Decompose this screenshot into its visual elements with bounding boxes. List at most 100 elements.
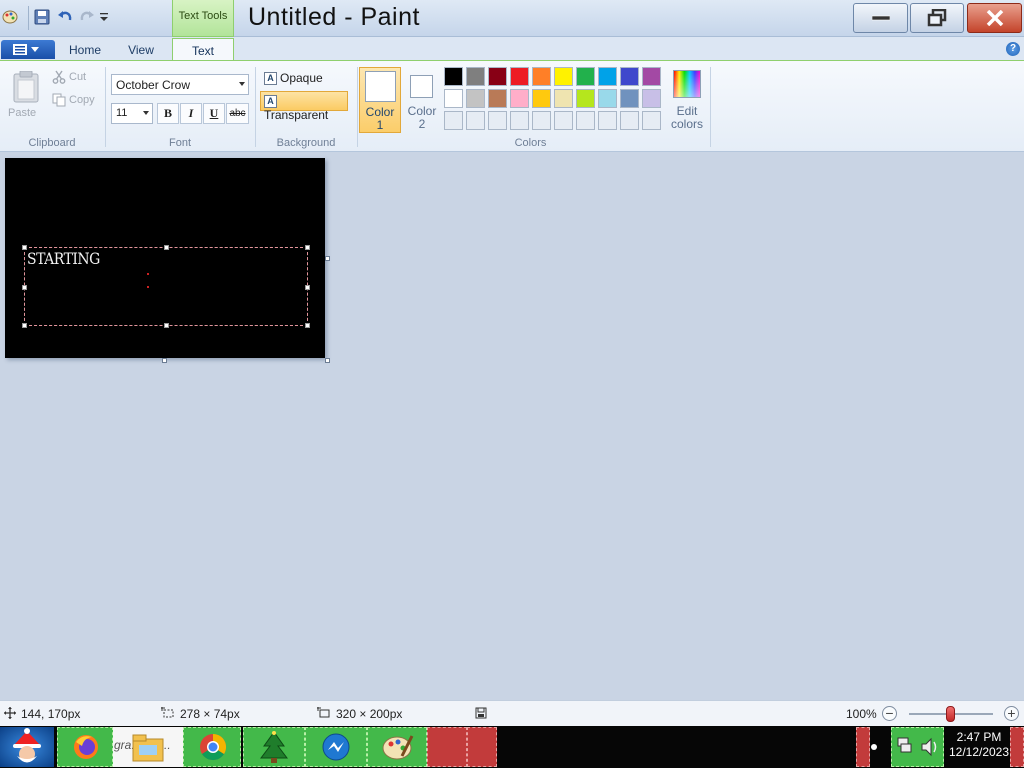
opaque-button[interactable]: A Opaque bbox=[261, 70, 326, 88]
paint-icon bbox=[382, 735, 414, 760]
palette-swatch[interactable] bbox=[554, 89, 573, 108]
text-cursor-mark bbox=[147, 273, 149, 275]
palette-swatch[interactable] bbox=[576, 67, 595, 86]
palette-swatch[interactable] bbox=[642, 89, 661, 108]
paint-app-icon[interactable] bbox=[2, 9, 18, 25]
custom-color-slot[interactable] bbox=[466, 111, 485, 130]
close-button[interactable] bbox=[967, 3, 1022, 33]
custom-color-slot[interactable] bbox=[532, 111, 551, 130]
taskbar-paint[interactable] bbox=[367, 727, 427, 767]
resize-handle-bottom-right[interactable] bbox=[305, 323, 310, 328]
resize-handle-bottom-left[interactable] bbox=[22, 323, 27, 328]
cursor-position: 144, 170px bbox=[4, 707, 80, 721]
taskbar-file-explorer[interactable]: gra... d fi... bbox=[113, 727, 183, 767]
opaque-icon: A bbox=[264, 72, 277, 86]
edit-colors-button[interactable]: Edit colors bbox=[667, 67, 707, 133]
palette-swatch[interactable] bbox=[466, 67, 485, 86]
minimize-button[interactable] bbox=[853, 3, 908, 33]
palette-swatch[interactable] bbox=[466, 89, 485, 108]
palette-swatch[interactable] bbox=[444, 67, 463, 86]
clipboard-group-label: Clipboard bbox=[28, 137, 76, 149]
cut-button[interactable]: Cut bbox=[52, 70, 86, 86]
tab-view[interactable]: View bbox=[114, 41, 168, 60]
taskbar-firefox[interactable] bbox=[57, 727, 113, 767]
color-2-button[interactable]: Color 2 bbox=[404, 67, 440, 133]
palette-swatch[interactable] bbox=[532, 67, 551, 86]
custom-color-slot[interactable] bbox=[576, 111, 595, 130]
text-input-box[interactable]: STARTING bbox=[22, 245, 310, 328]
palette-swatch[interactable] bbox=[510, 89, 529, 108]
paint-menu-button[interactable] bbox=[1, 40, 55, 59]
zoom-out-button[interactable]: − bbox=[882, 706, 897, 721]
resize-handle-top-left[interactable] bbox=[22, 245, 27, 250]
ribbon: Paste Cut Copy Clipboard October Crow 11… bbox=[0, 60, 1024, 152]
drawing-canvas[interactable]: STARTING bbox=[5, 158, 325, 358]
restore-icon bbox=[927, 9, 947, 27]
resize-handle-right[interactable] bbox=[305, 285, 310, 290]
custom-color-slot[interactable] bbox=[598, 111, 617, 130]
customize-quick-access-dropdown-icon[interactable] bbox=[98, 11, 110, 27]
strikethrough-button[interactable]: abc bbox=[226, 103, 249, 124]
restore-button[interactable] bbox=[910, 3, 964, 33]
custom-color-slot[interactable] bbox=[554, 111, 573, 130]
canvas-resize-handle-bottom[interactable] bbox=[162, 358, 167, 363]
start-button[interactable] bbox=[0, 727, 54, 767]
custom-color-slot[interactable] bbox=[642, 111, 661, 130]
copy-button[interactable]: Copy bbox=[52, 93, 95, 109]
palette-swatch[interactable] bbox=[488, 67, 507, 86]
custom-color-slot[interactable] bbox=[510, 111, 529, 130]
font-size-value: 11 bbox=[116, 107, 128, 119]
palette-swatch[interactable] bbox=[620, 67, 639, 86]
tray-system-icons[interactable] bbox=[891, 727, 944, 767]
taskbar-tree-app[interactable] bbox=[243, 727, 305, 767]
taskbar-window-2[interactable] bbox=[467, 727, 497, 767]
tray-show-hidden[interactable] bbox=[856, 727, 870, 767]
transparent-button[interactable]: ATransparent bbox=[260, 91, 348, 122]
italic-button[interactable]: I bbox=[180, 103, 202, 124]
tray-clock[interactable]: 2:47 PM 12/12/2023 bbox=[948, 730, 1010, 760]
palette-swatch[interactable] bbox=[598, 67, 617, 86]
help-icon[interactable]: ? bbox=[1006, 42, 1020, 56]
custom-color-slot[interactable] bbox=[488, 111, 507, 130]
font-group-label: Font bbox=[168, 137, 191, 149]
redo-icon[interactable] bbox=[79, 9, 95, 25]
palette-swatch[interactable] bbox=[488, 89, 507, 108]
paste-button-label[interactable]: Paste bbox=[8, 107, 36, 119]
tab-text[interactable]: Text bbox=[172, 38, 234, 61]
undo-icon[interactable] bbox=[57, 9, 73, 25]
palette-swatch[interactable] bbox=[444, 89, 463, 108]
font-size-dropdown[interactable]: 11 bbox=[111, 103, 153, 124]
palette-swatch[interactable] bbox=[598, 89, 617, 108]
canvas-workspace[interactable]: STARTING bbox=[0, 153, 1024, 700]
opaque-label: Opaque bbox=[280, 71, 323, 85]
palette-swatch[interactable] bbox=[554, 67, 573, 86]
zoom-slider-thumb[interactable] bbox=[946, 706, 955, 722]
canvas-text[interactable]: STARTING bbox=[27, 250, 100, 268]
save-icon[interactable] bbox=[34, 9, 50, 25]
canvas-resize-handle-corner[interactable] bbox=[325, 358, 330, 363]
bold-button[interactable]: B bbox=[157, 103, 179, 124]
custom-color-slot[interactable] bbox=[444, 111, 463, 130]
paste-icon[interactable] bbox=[13, 70, 39, 103]
palette-swatch[interactable] bbox=[510, 67, 529, 86]
font-family-dropdown[interactable]: October Crow bbox=[111, 74, 249, 95]
canvas-resize-handle-right[interactable] bbox=[325, 256, 330, 261]
zoom-in-button[interactable]: + bbox=[1004, 706, 1019, 721]
taskbar-window-1[interactable] bbox=[427, 727, 467, 767]
resize-handle-left[interactable] bbox=[22, 285, 27, 290]
color-1-button[interactable]: Color 1 bbox=[359, 67, 401, 133]
tab-home[interactable]: Home bbox=[58, 41, 112, 60]
custom-color-slot[interactable] bbox=[620, 111, 639, 130]
chrome-icon bbox=[200, 733, 227, 761]
palette-swatch[interactable] bbox=[532, 89, 551, 108]
taskbar-messenger[interactable] bbox=[305, 727, 367, 767]
resize-handle-bottom[interactable] bbox=[164, 323, 169, 328]
taskbar-chrome[interactable] bbox=[183, 727, 241, 767]
palette-swatch[interactable] bbox=[620, 89, 639, 108]
palette-swatch[interactable] bbox=[576, 89, 595, 108]
resize-handle-top-right[interactable] bbox=[305, 245, 310, 250]
underline-button[interactable]: U bbox=[203, 103, 225, 124]
palette-swatch[interactable] bbox=[642, 67, 661, 86]
show-desktop-button[interactable] bbox=[1010, 727, 1024, 767]
resize-handle-top[interactable] bbox=[164, 245, 169, 250]
